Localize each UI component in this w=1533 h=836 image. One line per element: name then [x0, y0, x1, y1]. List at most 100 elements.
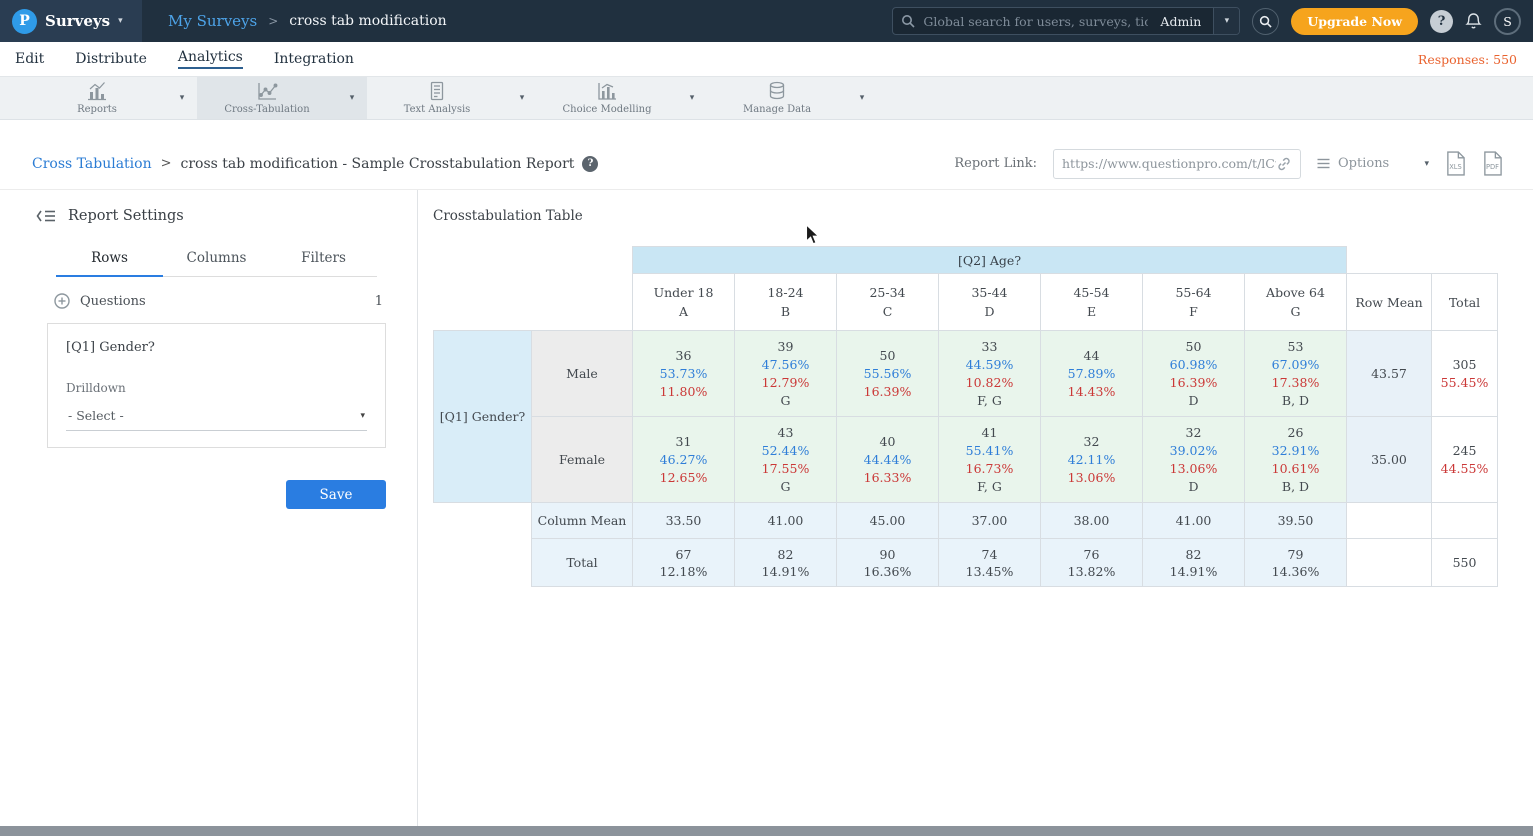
breadcrumb-cross-tabulation[interactable]: Cross Tabulation	[32, 156, 152, 172]
cell-count: 36	[633, 347, 734, 365]
breadcrumb-my-surveys[interactable]: My Surveys	[168, 12, 257, 30]
total-percent: 14.91%	[735, 563, 836, 580]
age-group-row: [Q2] Age?	[434, 247, 1498, 274]
cell-count: 53	[1245, 338, 1346, 356]
options-menu[interactable]: Options ▾	[1317, 156, 1429, 171]
toolbar-manage-data-caret[interactable]: ▾	[847, 77, 877, 119]
questions-label[interactable]: Questions	[80, 294, 146, 309]
cell-row-percent: 12.79%	[735, 374, 836, 392]
cell-count: 39	[735, 338, 836, 356]
notifications-button[interactable]	[1465, 12, 1482, 30]
total-count: 82	[1143, 546, 1244, 563]
toolbar-choice-modelling[interactable]: Choice Modelling ▾	[537, 77, 707, 119]
column-letter: G	[1245, 302, 1346, 321]
column-total-cell: 8214.91%	[735, 539, 837, 587]
search-scope-selector[interactable]: Admin	[1154, 14, 1213, 29]
cell-column-percent: 57.89%	[1041, 365, 1142, 383]
help-button[interactable]: ?	[1430, 10, 1453, 33]
report-link-input[interactable]	[1062, 156, 1276, 171]
report-link-label: Report Link:	[954, 156, 1037, 171]
toolbar-text-analysis[interactable]: Text Analysis ▾	[367, 77, 537, 119]
user-avatar[interactable]: S	[1494, 8, 1521, 35]
chevron-down-icon: ▾	[690, 93, 695, 103]
help-icon[interactable]: ?	[582, 156, 598, 172]
column-header: 35-44D	[939, 274, 1041, 331]
tab-filters[interactable]: Filters	[270, 242, 377, 276]
cell-significance: B, D	[1245, 392, 1346, 410]
cell-row-percent: 16.39%	[1143, 374, 1244, 392]
report-settings-panel: Report Settings Rows Columns Filters Que…	[0, 190, 418, 826]
row-mean-cell: 35.00	[1347, 417, 1432, 503]
toolbar-cross-tabulation[interactable]: Cross-Tabulation ▾	[197, 77, 367, 119]
column-letter: E	[1041, 302, 1142, 321]
upgrade-now-button[interactable]: Upgrade Now	[1291, 8, 1418, 35]
toolbar-manage-data-main[interactable]: Manage Data	[707, 77, 847, 119]
settings-tabs: Rows Columns Filters	[56, 242, 377, 277]
column-mean-cell: 41.00	[735, 503, 837, 539]
tab-analytics[interactable]: Analytics	[178, 49, 243, 69]
data-row: [Q1] Gender?Male3653.73%11.80%3947.56%12…	[434, 331, 1498, 417]
row-mean-cell: 43.57	[1347, 331, 1432, 417]
plus-circle-icon[interactable]	[54, 293, 70, 309]
toolbar-cross-tabulation-label: Cross-Tabulation	[224, 104, 309, 115]
row-mean-header: Row Mean	[1347, 274, 1432, 331]
cell-count: 41	[939, 424, 1040, 442]
link-icon[interactable]	[1276, 156, 1292, 172]
questionpro-logo-icon: P	[12, 9, 37, 34]
save-button[interactable]: Save	[286, 480, 386, 509]
export-pdf-button[interactable]: PDF	[1482, 151, 1503, 176]
panel-header: Report Settings	[0, 208, 417, 224]
toolbar-reports-caret[interactable]: ▾	[167, 77, 197, 119]
app-logo-menu[interactable]: P Surveys ▾	[0, 0, 142, 42]
table-spacer-cell	[434, 274, 633, 331]
total-percent: 44.55%	[1432, 460, 1497, 478]
tab-columns[interactable]: Columns	[163, 242, 270, 276]
cell-significance: F, G	[939, 392, 1040, 410]
column-header-row: Under 18A18-24B25-34C35-44D45-54E55-64FA…	[434, 274, 1498, 331]
collapse-panel-icon[interactable]	[36, 209, 56, 223]
column-header: 25-34C	[837, 274, 939, 331]
search-input[interactable]	[917, 14, 1154, 29]
cell-column-percent: 39.02%	[1143, 442, 1244, 460]
cell-column-percent: 42.11%	[1041, 451, 1142, 469]
data-cell: 3947.56%12.79%G	[735, 331, 837, 417]
column-total-row: Total6712.18%8214.91%9016.36%7413.45%761…	[434, 539, 1498, 587]
search-scope-caret[interactable]: ▾	[1213, 8, 1239, 34]
export-xls-button[interactable]: XLS	[1445, 151, 1466, 176]
data-cell: 5367.09%17.38%B, D	[1245, 331, 1347, 417]
cell-count: 44	[1041, 347, 1142, 365]
cell-significance: B, D	[1245, 478, 1346, 496]
breadcrumb: My Surveys > cross tab modification	[168, 12, 447, 30]
toolbar-reports-main[interactable]: Reports	[27, 77, 167, 119]
toolbar-manage-data[interactable]: Manage Data ▾	[707, 77, 877, 119]
data-cell: 5055.56%16.39%	[837, 331, 939, 417]
toolbar-cross-tabulation-main[interactable]: Cross-Tabulation	[197, 77, 337, 119]
report-header-actions: Report Link: Options ▾ XLS PDF	[954, 149, 1503, 179]
toolbar-text-analysis-caret[interactable]: ▾	[507, 77, 537, 119]
column-letter: C	[837, 302, 938, 321]
toolbar-reports[interactable]: Reports ▾	[27, 77, 197, 119]
total-count: 76	[1041, 546, 1142, 563]
cell-column-percent: 44.44%	[837, 451, 938, 469]
tab-edit[interactable]: Edit	[15, 51, 44, 67]
toolbar-cross-tabulation-caret[interactable]: ▾	[337, 77, 367, 119]
cell-row-percent: 12.65%	[633, 469, 734, 487]
tab-distribute[interactable]: Distribute	[75, 51, 147, 67]
drilldown-select[interactable]: - Select - ▾	[66, 401, 367, 431]
tab-integration[interactable]: Integration	[274, 51, 354, 67]
row-label: Female	[532, 417, 633, 503]
cell-column-percent: 60.98%	[1143, 356, 1244, 374]
toolbar-choice-modelling-main[interactable]: Choice Modelling	[537, 77, 677, 119]
bell-icon	[1465, 12, 1482, 30]
toolbar-text-analysis-main[interactable]: Text Analysis	[367, 77, 507, 119]
toolbar-text-analysis-label: Text Analysis	[404, 104, 471, 115]
panel-title: Report Settings	[68, 208, 184, 224]
cell-row-percent: 13.06%	[1041, 469, 1142, 487]
toolbar-choice-modelling-caret[interactable]: ▾	[677, 77, 707, 119]
total-count: 74	[939, 546, 1040, 563]
tab-rows[interactable]: Rows	[56, 242, 163, 277]
cell-column-percent: 52.44%	[735, 442, 836, 460]
search-button[interactable]	[1252, 8, 1279, 35]
total-count: 305	[1432, 356, 1497, 374]
chevron-down-icon: ▾	[1225, 16, 1230, 26]
